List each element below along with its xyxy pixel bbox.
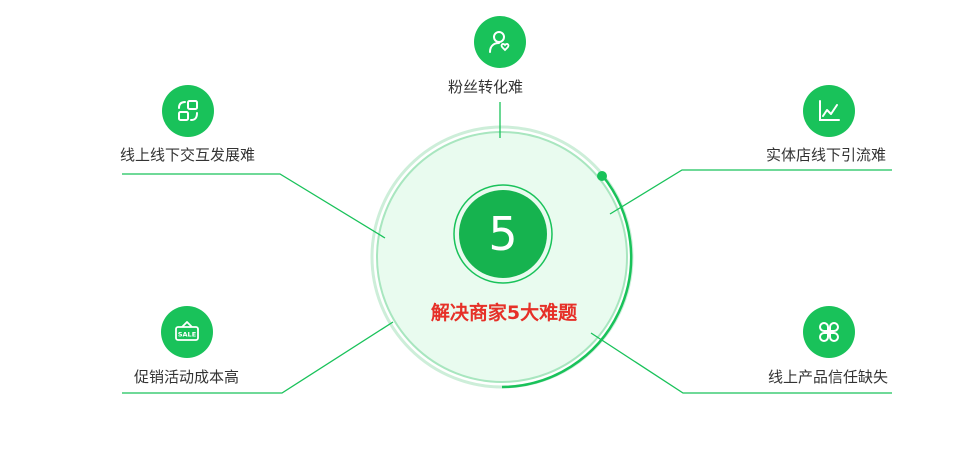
node-bottom-left-label: 促销活动成本高 (134, 368, 240, 386)
node-bottom-right-label: 线上产品信任缺失 (768, 368, 889, 386)
sale-tag-text: SALE (178, 331, 196, 339)
sale-tag-icon: SALE (175, 321, 199, 341)
center-number: 5 (459, 190, 547, 278)
user-heart-icon (489, 31, 510, 53)
line-chart-icon (819, 100, 840, 121)
node-top-right-circle (803, 85, 855, 137)
node-bottom-right-circle (803, 306, 855, 358)
node-top-circle (474, 16, 526, 68)
refresh-grid-icon (178, 100, 198, 121)
node-top-right-label: 实体店线下引流难 (766, 146, 887, 164)
node-top-left-label: 线上线下交互发展难 (120, 146, 256, 164)
connector-top-left (122, 173, 386, 239)
node-top-label: 粉丝转化难 (448, 78, 524, 96)
clover-icon (819, 322, 839, 342)
accent-dot (597, 171, 607, 181)
node-top-left-circle (162, 85, 214, 137)
node-bottom-left-circle: SALE (161, 306, 213, 358)
center-title: 解决商家5大难题 (430, 302, 578, 324)
connector-top-right (609, 169, 892, 215)
